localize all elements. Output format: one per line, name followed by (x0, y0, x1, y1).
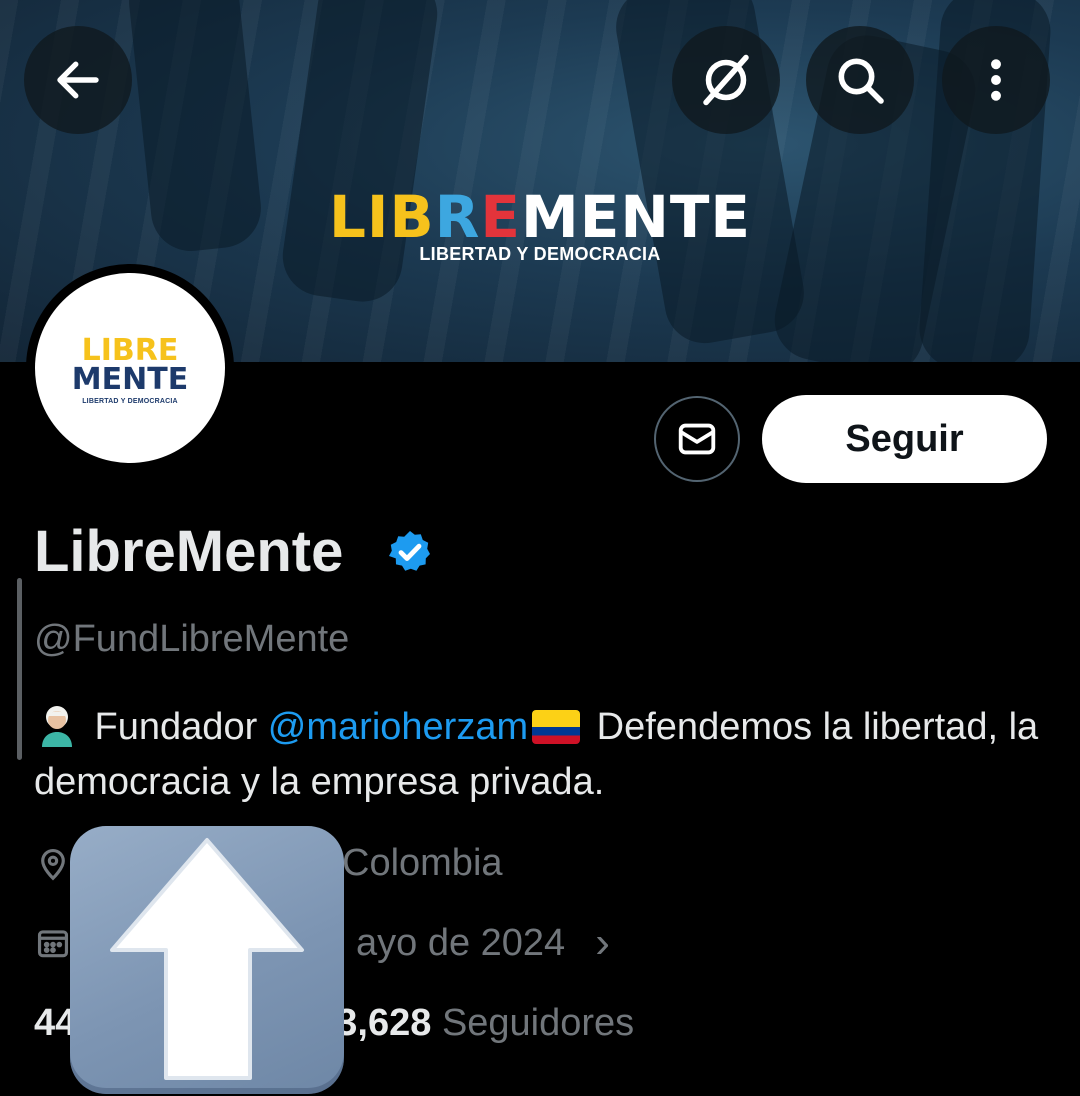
chevron-right-icon: › (595, 918, 610, 967)
followers-label[interactable]: Seguidores (442, 1002, 634, 1044)
banner-logo-lib: LIB (328, 183, 435, 251)
mail-icon (678, 423, 716, 455)
more-options-button[interactable] (942, 26, 1050, 134)
banner-logo: LIBREMENTE (0, 188, 1080, 246)
bio-text-1: Fundador (84, 706, 268, 748)
banner-logo-mente: MENTE (520, 183, 752, 251)
older-person-emoji-icon (42, 706, 72, 747)
bio-mention-link[interactable]: @marioherzam (268, 706, 528, 748)
up-arrow-glyph (110, 838, 304, 1080)
profile-page: LIBREMENTE LIBERTAD Y DEMOCRACIA LIBRE M… (0, 0, 1080, 1096)
message-button[interactable] (654, 396, 740, 482)
grok-icon (703, 54, 749, 106)
search-icon (838, 58, 884, 104)
location-text: Colombia (342, 842, 503, 884)
avatar-logo: LIBRE MENTE LIBERTAD Y DEMOCRACIA (35, 273, 225, 463)
grok-button[interactable] (672, 26, 780, 134)
followers-count[interactable]: 3,628 (336, 1002, 431, 1044)
banner-logo-r: R (434, 183, 481, 251)
arrow-left-icon (57, 61, 99, 99)
banner-tagline: LIBERTAD Y DEMOCRACIA (419, 244, 661, 264)
profile-handle: @FundLibreMente (34, 618, 350, 660)
avatar[interactable]: LIBRE MENTE LIBERTAD Y DEMOCRACIA (26, 264, 234, 472)
profile-name: LibreMente (34, 519, 344, 584)
avatar-logo-line2: MENTE (71, 362, 189, 397)
location-pin-icon (41, 848, 65, 880)
follow-button[interactable]: Seguir (762, 395, 1047, 483)
avatar-logo-libre: LIBRE (82, 336, 179, 366)
scrollbar[interactable] (17, 578, 22, 760)
banner-logo-e: E (480, 183, 521, 251)
calendar-icon (37, 930, 69, 958)
up-arrow-icon (70, 826, 344, 1094)
more-vertical-icon (991, 59, 1001, 101)
back-button[interactable] (24, 26, 132, 134)
avatar-logo-subtitle: LIBERTAD Y DEMOCRACIA (82, 398, 178, 405)
joined-text: ayo de 2024 (356, 921, 566, 964)
profile-bio: Fundador @marioherzam Defendemos la libe… (34, 700, 1044, 810)
colombia-flag-icon (532, 710, 581, 744)
search-button[interactable] (806, 26, 914, 134)
verified-badge-icon (389, 531, 430, 571)
